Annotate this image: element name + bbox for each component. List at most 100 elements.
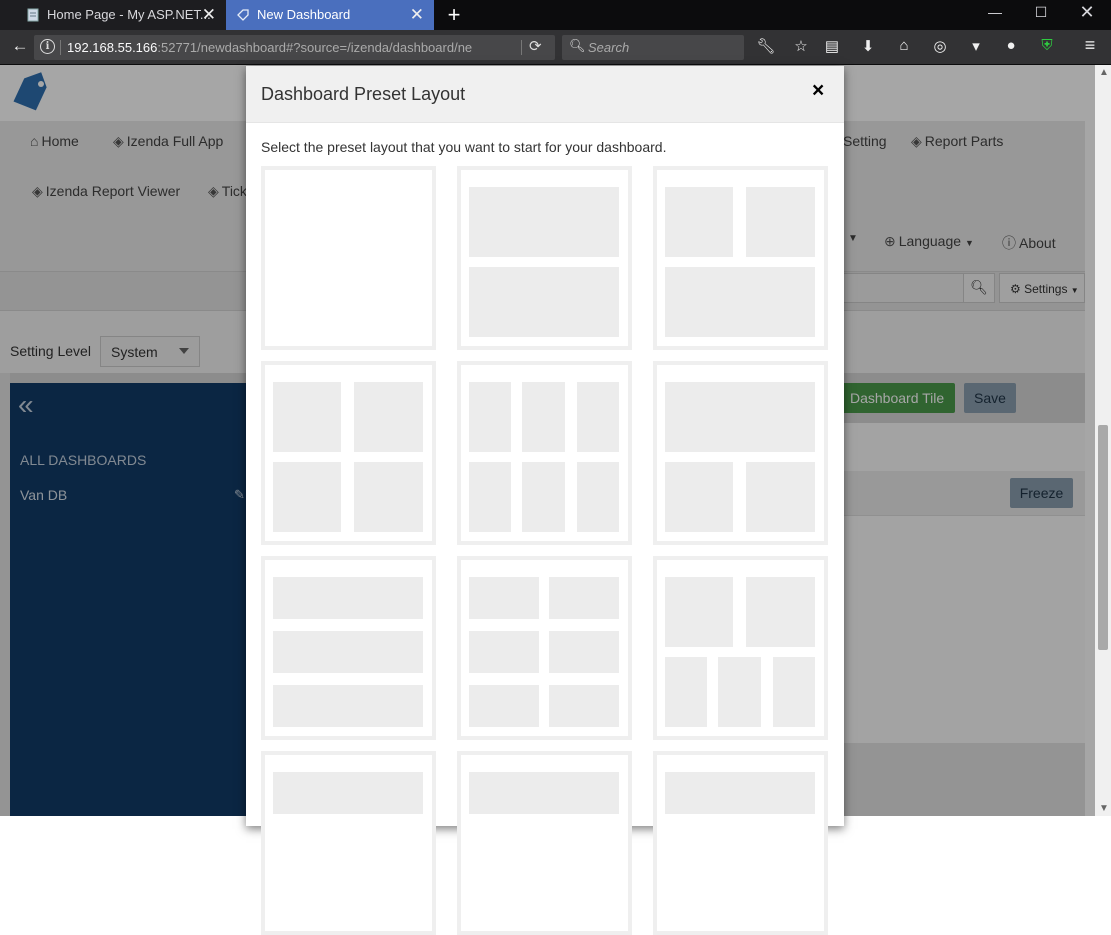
preset-block: [469, 267, 619, 337]
preset-block: [354, 462, 423, 532]
preset-block: [718, 657, 761, 727]
reload-icon[interactable]: ⟳: [529, 37, 542, 55]
browser-navbar: ← i 192.168.55.166:52771/newdashboard#?s…: [0, 30, 1111, 65]
preset-block: [273, 577, 423, 619]
preset-layout-3-rows[interactable]: [261, 556, 436, 740]
minimize-icon[interactable]: —: [985, 4, 1005, 20]
preset-block: [354, 382, 423, 452]
search-icon: 🔍︎: [569, 38, 586, 53]
preset-block: [273, 685, 423, 727]
divider: [60, 40, 61, 55]
reading-list-icon[interactable]: ▤: [821, 37, 843, 57]
preset-inner: [265, 365, 432, 541]
preset-inner: [461, 560, 628, 736]
preset-block: [549, 685, 619, 727]
preset-block: [522, 462, 565, 532]
document-icon: [27, 8, 39, 22]
modal-title: Dashboard Preset Layout: [261, 84, 466, 104]
preset-layout-row-4b[interactable]: [457, 751, 632, 935]
preset-inner: [461, 170, 628, 346]
preset-layout-2-top-1-bottom[interactable]: [653, 166, 828, 350]
preset-block: [549, 631, 619, 673]
download-icon[interactable]: ⬇: [857, 37, 879, 57]
preset-layout-2x3[interactable]: [457, 556, 632, 740]
preset-block: [665, 187, 733, 257]
preset-block: [469, 631, 539, 673]
divider: [521, 40, 522, 55]
preset-inner: [657, 755, 824, 931]
tag-icon: [237, 9, 249, 21]
preset-block: [665, 462, 733, 532]
preset-block: [773, 657, 815, 727]
preset-layout-2-rows[interactable]: [457, 166, 632, 350]
browser-search-box[interactable]: 🔍︎ Search: [562, 35, 744, 60]
preset-block: [522, 382, 565, 452]
url-host: 192.168.55.166: [67, 40, 158, 55]
preset-block: [469, 685, 539, 727]
scrollbar-thumb[interactable]: [1098, 425, 1108, 650]
browser-tabbar: Home Page - My ASP.NET... ✕ New Dashboar…: [0, 0, 1111, 30]
preset-block: [665, 657, 707, 727]
maximize-icon[interactable]: ☐: [1031, 4, 1051, 21]
bookmark-star-icon[interactable]: ☆: [790, 37, 812, 57]
scroll-up-icon[interactable]: ▲: [1099, 67, 1109, 78]
home-icon[interactable]: ⌂: [893, 37, 915, 57]
preset-block: [549, 577, 619, 619]
close-tab-icon[interactable]: ✕: [202, 5, 216, 25]
scroll-down-icon[interactable]: ▼: [1099, 803, 1109, 814]
preset-block: [273, 462, 341, 532]
shield-icon[interactable]: ⛨: [1036, 37, 1058, 57]
preset-layout-3x2[interactable]: [457, 361, 632, 545]
url-path: :52771/newdashboard#?source=/izenda/dash…: [157, 40, 473, 55]
preset-layout-modal: Dashboard Preset Layout × Select the pre…: [246, 66, 844, 935]
page-scrollbar[interactable]: ▲ ▼: [1095, 65, 1111, 816]
preset-block: [273, 772, 423, 814]
new-tab-button[interactable]: +: [444, 2, 464, 28]
url-text[interactable]: 192.168.55.166:52771/newdashboard#?sourc…: [67, 40, 522, 55]
preset-block: [469, 772, 619, 814]
preset-inner: [265, 170, 432, 346]
preset-inner: [657, 170, 824, 346]
preset-block: [665, 772, 815, 814]
tab-title: New Dashboard: [257, 7, 351, 22]
preset-block: [746, 187, 815, 257]
preset-block: [469, 187, 619, 257]
preset-inner: [657, 365, 824, 541]
preset-layout-row-4c[interactable]: [653, 751, 828, 935]
preset-block: [665, 267, 815, 337]
window-close-icon[interactable]: ✕: [1077, 2, 1097, 23]
close-icon[interactable]: ×: [812, 79, 824, 103]
pocket-icon[interactable]: ▾: [965, 37, 987, 57]
search-placeholder: Search: [588, 40, 630, 55]
preset-block: [577, 462, 619, 532]
preset-block: [746, 462, 815, 532]
close-tab-icon[interactable]: ✕: [410, 5, 424, 25]
preset-layout-2x2[interactable]: [261, 361, 436, 545]
preset-inner: [265, 755, 432, 931]
preset-layout-1-top-2-bottom[interactable]: [653, 361, 828, 545]
preset-block: [469, 462, 511, 532]
preset-block: [577, 382, 619, 452]
preset-inner: [461, 755, 628, 931]
globe-icon[interactable]: ◎: [929, 37, 951, 57]
tab-title: Home Page - My ASP.NET...: [47, 7, 211, 22]
extension-icon[interactable]: ●: [1000, 37, 1022, 57]
preset-layout-row-4a[interactable]: [261, 751, 436, 935]
back-arrow-icon[interactable]: ←: [8, 36, 32, 56]
info-icon[interactable]: i: [40, 39, 55, 54]
hamburger-menu-icon[interactable]: ≡: [1079, 35, 1101, 55]
preset-block: [746, 577, 815, 647]
wrench-icon[interactable]: 🔧︎: [755, 37, 777, 57]
preset-layout-2-top-3-bottom[interactable]: [653, 556, 828, 740]
preset-layout-1-full[interactable]: [261, 166, 436, 350]
preset-block: [273, 631, 423, 673]
url-bar[interactable]: i 192.168.55.166:52771/newdashboard#?sou…: [34, 35, 555, 60]
browser-tab-new-dashboard[interactable]: New Dashboard ✕: [226, 0, 434, 30]
preset-block: [665, 577, 733, 647]
modal-header: Dashboard Preset Layout ×: [246, 66, 844, 123]
preset-block: [273, 382, 341, 452]
modal-instruction: Select the preset layout that you want t…: [261, 139, 667, 155]
preset-block: [469, 577, 539, 619]
browser-tab-home[interactable]: Home Page - My ASP.NET... ✕: [0, 0, 226, 30]
preset-block: [665, 382, 815, 452]
